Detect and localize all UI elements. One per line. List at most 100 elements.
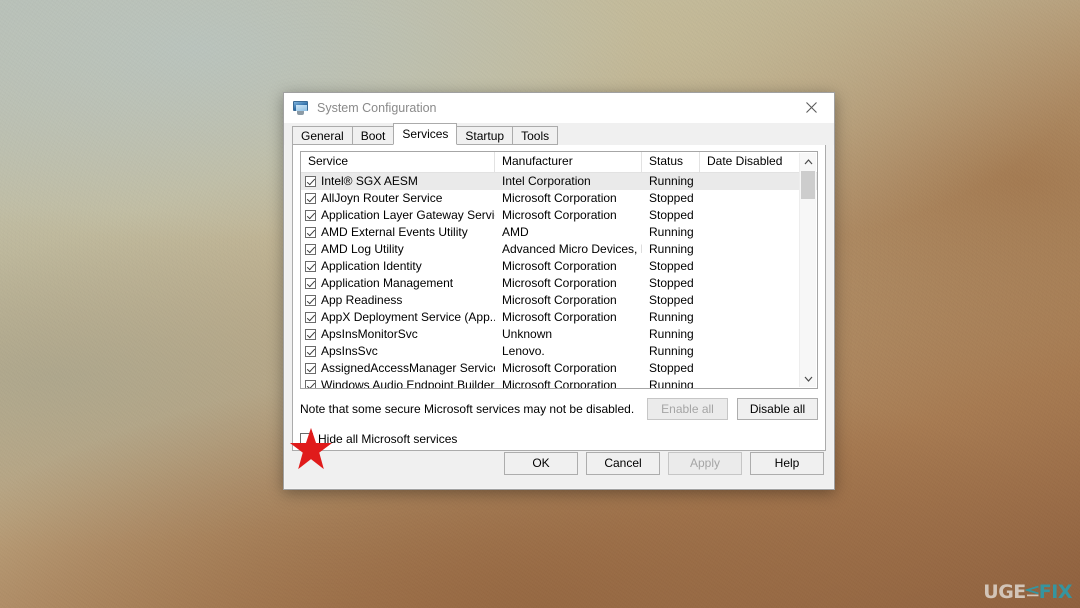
services-list-body[interactable]: Intel® SGX AESM Intel Corporation Running A… [301, 173, 817, 388]
manufacturer-cell: Microsoft Corporation [502, 259, 617, 273]
tab-general[interactable]: General [292, 126, 353, 145]
manufacturer-cell: Microsoft Corporation [502, 361, 617, 375]
table-row[interactable]: Application Layer Gateway Service Microso… [301, 207, 817, 224]
table-row[interactable]: AssignedAccessManager Service Microsoft C… [301, 360, 817, 377]
status-cell: Stopped [649, 191, 694, 205]
table-row[interactable]: ApsInsMonitorSvc Unknown Running [301, 326, 817, 343]
service-enabled-checkbox[interactable] [305, 346, 316, 357]
status-cell: Stopped [649, 208, 694, 222]
service-name-cell: ApsInsMonitorSvc [301, 326, 495, 343]
service-name-label: AssignedAccessManager Service [321, 361, 495, 375]
system-configuration-dialog: System Configuration General Boot Servic… [283, 92, 835, 490]
vertical-scrollbar[interactable] [799, 153, 816, 387]
table-row[interactable]: AMD Log Utility Advanced Micro Devices, I… [301, 241, 817, 258]
manufacturer-cell: Advanced Micro Devices, I... [502, 242, 642, 256]
apply-button[interactable]: Apply [668, 451, 742, 475]
manufacturer-cell: AMD [502, 225, 529, 239]
secure-services-note: Note that some secure Microsoft services… [300, 402, 635, 416]
service-name-cell: AppX Deployment Service (App... [301, 309, 495, 326]
service-name-label: ApsInsSvc [321, 344, 378, 358]
status-cell: Stopped [649, 361, 694, 375]
status-cell: Running [649, 225, 694, 239]
services-list-header: Service Manufacturer Status Date Disable… [301, 152, 817, 173]
service-enabled-checkbox[interactable] [305, 261, 316, 272]
service-name-label: AllJoyn Router Service [321, 191, 443, 205]
status-cell: Stopped [649, 276, 694, 290]
service-enabled-checkbox[interactable] [305, 210, 316, 221]
help-button[interactable]: Help [750, 451, 824, 475]
service-enabled-checkbox[interactable] [305, 380, 316, 388]
service-enabled-checkbox[interactable] [305, 176, 316, 187]
service-name-cell: AMD Log Utility [301, 241, 495, 258]
column-header-manufacturer[interactable]: Manufacturer [495, 152, 642, 172]
service-name-cell: AssignedAccessManager Service [301, 360, 495, 377]
manufacturer-cell: Microsoft Corporation [502, 310, 617, 324]
service-enabled-checkbox[interactable] [305, 244, 316, 255]
service-name-label: AMD Log Utility [321, 242, 404, 256]
ugetfix-watermark: UGE FIX [983, 583, 1072, 602]
table-row[interactable]: AMD External Events Utility AMD Running [301, 224, 817, 241]
table-row[interactable]: ApsInsSvc Lenovo. Running [301, 343, 817, 360]
service-enabled-checkbox[interactable] [305, 295, 316, 306]
manufacturer-cell: Intel Corporation [502, 174, 591, 188]
service-name-cell: App Readiness [301, 292, 495, 309]
service-name-cell: AllJoyn Router Service [301, 190, 495, 207]
manufacturer-cell: Microsoft Corporation [502, 208, 617, 222]
service-name-label: Application Layer Gateway Service [321, 208, 495, 222]
ok-button[interactable]: OK [504, 451, 578, 475]
service-name-label: Application Management [321, 276, 454, 290]
manufacturer-cell: Microsoft Corporation [502, 276, 617, 290]
service-enabled-checkbox[interactable] [305, 363, 316, 374]
status-cell: Running [649, 310, 694, 324]
note-and-bulk-actions-row: Note that some secure Microsoft services… [300, 398, 818, 420]
title-bar: System Configuration [284, 93, 834, 123]
close-icon[interactable] [788, 93, 834, 122]
services-tab-panel: Service Manufacturer Status Date Disable… [292, 145, 826, 451]
scrollbar-thumb[interactable] [801, 171, 815, 199]
service-name-cell: Application Layer Gateway Service [301, 207, 495, 224]
service-name-cell: Intel® SGX AESM [301, 173, 495, 190]
disable-all-button[interactable]: Disable all [737, 398, 818, 420]
service-enabled-checkbox[interactable] [305, 312, 316, 323]
column-header-service[interactable]: Service [301, 152, 495, 172]
window-title: System Configuration [317, 101, 437, 115]
service-name-cell: ApsInsSvc [301, 343, 495, 360]
enable-all-button[interactable]: Enable all [647, 398, 728, 420]
column-header-date-disabled[interactable]: Date Disabled [700, 152, 800, 172]
status-cell: Running [649, 378, 694, 388]
manufacturer-cell: Microsoft Corporation [502, 293, 617, 307]
scroll-up-icon[interactable] [800, 153, 816, 170]
table-row[interactable]: AppX Deployment Service (App... Microsoft… [301, 309, 817, 326]
manufacturer-cell: Lenovo. [502, 344, 545, 358]
tab-tools[interactable]: Tools [512, 126, 559, 145]
tab-startup[interactable]: Startup [456, 126, 514, 145]
table-row[interactable]: Intel® SGX AESM Intel Corporation Running [301, 173, 817, 190]
status-cell: Running [649, 327, 694, 341]
table-row[interactable]: Application Identity Microsoft Corporatio… [301, 258, 817, 275]
services-list: Service Manufacturer Status Date Disable… [300, 151, 818, 389]
table-row[interactable]: Windows Audio Endpoint Builder Microsoft … [301, 377, 817, 388]
watermark-text-right: FIX [1038, 581, 1073, 603]
service-enabled-checkbox[interactable] [305, 278, 316, 289]
service-name-label: AppX Deployment Service (App... [321, 310, 495, 324]
column-header-status[interactable]: Status [642, 152, 700, 172]
tab-boot[interactable]: Boot [351, 126, 395, 145]
service-name-cell: Application Management [301, 275, 495, 292]
service-enabled-checkbox[interactable] [305, 227, 316, 238]
service-name-label: Windows Audio Endpoint Builder [321, 378, 495, 388]
watermark-text-left: UGE [983, 581, 1026, 603]
dialog-button-bar: OK Cancel Apply Help [284, 437, 834, 489]
table-row[interactable]: App Readiness Microsoft Corporation Stoppe… [301, 292, 817, 309]
table-row[interactable]: AllJoyn Router Service Microsoft Corporat… [301, 190, 817, 207]
service-name-label: ApsInsMonitorSvc [321, 327, 418, 341]
service-name-label: AMD External Events Utility [321, 225, 468, 239]
scroll-down-icon[interactable] [800, 370, 816, 387]
status-cell: Stopped [649, 293, 694, 307]
status-cell: Running [649, 242, 694, 256]
tab-strip: General Boot Services Startup Tools [284, 123, 834, 145]
service-enabled-checkbox[interactable] [305, 193, 316, 204]
service-enabled-checkbox[interactable] [305, 329, 316, 340]
cancel-button[interactable]: Cancel [586, 451, 660, 475]
table-row[interactable]: Application Management Microsoft Corporat… [301, 275, 817, 292]
tab-services[interactable]: Services [393, 123, 458, 145]
